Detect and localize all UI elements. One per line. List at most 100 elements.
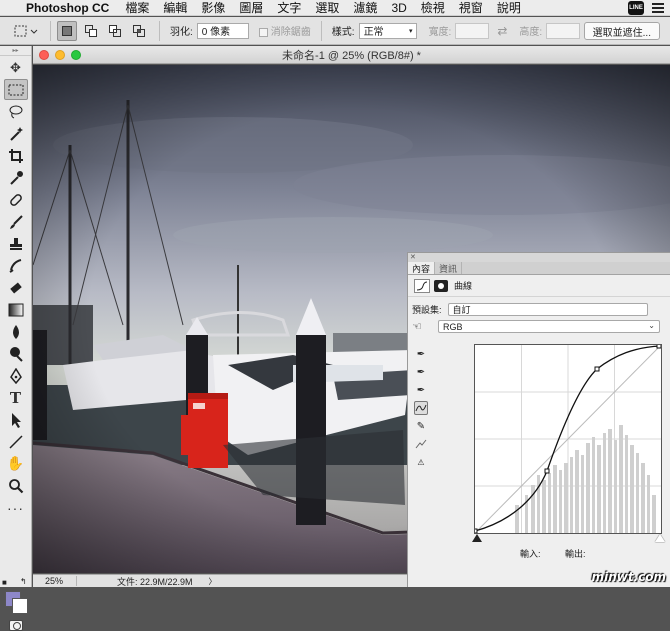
rect-marquee-icon [14, 25, 38, 36]
menu-3d[interactable]: 3D [391, 1, 406, 15]
menu-type[interactable]: 文字 [277, 0, 301, 16]
move-tool-icon[interactable]: ✥ [4, 57, 28, 78]
zoom-tool-icon[interactable] [4, 475, 28, 496]
menu-window[interactable]: 視窗 [459, 0, 483, 16]
menu-list-icon[interactable] [652, 3, 664, 13]
default-colors-icon[interactable]: ■ [2, 578, 7, 587]
pencil-draw-icon[interactable]: ✎ [414, 419, 428, 433]
zoom-level[interactable]: 25% [33, 576, 77, 586]
menu-filter[interactable]: 濾鏡 [353, 0, 377, 16]
tab-properties[interactable]: 內容 [408, 262, 436, 274]
subtract-selection-icon[interactable] [105, 21, 125, 41]
tab-info[interactable]: 資訊 [435, 262, 463, 274]
width-input[interactable] [455, 22, 490, 39]
chevron-down-icon: ▾ [409, 27, 413, 35]
close-window-icon[interactable] [39, 50, 49, 60]
watermark: minwt.com [591, 570, 666, 584]
swap-colors-icon[interactable]: ↰ [20, 577, 27, 586]
black-point-slider[interactable] [472, 534, 482, 542]
menu-layer[interactable]: 圖層 [239, 0, 263, 16]
output-label: 輸出: [565, 549, 586, 559]
path-selection-tool-icon[interactable] [4, 409, 28, 430]
app-menu[interactable]: Photoshop CC [26, 1, 109, 15]
style-select[interactable]: 正常 ▾ [358, 22, 417, 39]
hand-tool-icon[interactable]: ✋ [4, 453, 28, 474]
width-label: 寬度: [428, 27, 452, 38]
crop-tool-icon[interactable] [4, 145, 28, 166]
swap-dimensions-icon[interactable]: ⇄ [497, 24, 507, 38]
document-title: 未命名-1 @ 25% (RGB/8#) * [282, 49, 421, 62]
curves-graph[interactable] [472, 343, 662, 534]
panel-tabs: 內容 資訊 [408, 262, 670, 275]
minimize-window-icon[interactable] [55, 50, 65, 60]
panel-grip[interactable]: ▸▸ [0, 46, 31, 56]
clipping-warning-icon[interactable]: ⚠ [414, 455, 428, 469]
marquee-preset-picker[interactable] [10, 20, 44, 42]
document-title-bar: 未命名-1 @ 25% (RGB/8#) * [33, 46, 670, 64]
menu-bar: Photoshop CC 檔案 編輯 影像 圖層 文字 選取 濾鏡 3D 檢視 … [0, 0, 670, 16]
properties-panel: ✕ 內容 資訊 曲線 預設集: 自訂 ☜ RGB ⌄ ✒ ✒ ✒ ✎ ⚠ 輸入:… [407, 252, 670, 587]
chevron-right-icon[interactable]: 〉 [209, 576, 217, 587]
edit-toolbar-icon[interactable]: ··· [4, 497, 28, 518]
background-color-swatch[interactable] [12, 598, 28, 614]
type-tool-icon[interactable]: T [4, 387, 28, 408]
dodge-tool-icon[interactable] [4, 343, 28, 364]
feather-input[interactable]: 0 像素 [196, 22, 249, 39]
channel-select[interactable]: RGB ⌄ [438, 320, 660, 333]
antialias-checkbox[interactable]: 消除鋸齒 [258, 23, 311, 38]
input-label: 輸入: [520, 549, 541, 559]
channel-row: ☜ RGB ⌄ [408, 318, 670, 335]
quick-mask-icon[interactable] [9, 620, 23, 631]
menu-file[interactable]: 檔案 [125, 0, 149, 16]
preset-select[interactable]: 自訂 [447, 303, 648, 316]
history-brush-tool-icon[interactable] [4, 255, 28, 276]
gray-point-eyedropper-icon[interactable]: ✒ [414, 365, 428, 379]
menu-help[interactable]: 說明 [497, 0, 521, 16]
brush-tool-icon[interactable] [4, 211, 28, 232]
healing-brush-tool-icon[interactable] [4, 189, 28, 210]
feather-label: 羽化: [170, 27, 193, 38]
on-image-adjust-icon[interactable]: ☜ [412, 320, 438, 333]
black-point-eyedropper-icon[interactable]: ✒ [414, 347, 428, 361]
magic-wand-tool-icon[interactable] [4, 123, 28, 144]
eraser-tool-icon[interactable] [4, 277, 28, 298]
blur-tool-icon[interactable] [4, 321, 28, 342]
adjustment-name: 曲線 [454, 281, 473, 291]
smooth-curve-icon[interactable] [414, 437, 428, 451]
curve-edit-points-icon[interactable] [414, 401, 428, 415]
preset-label: 預設集: [412, 305, 442, 315]
menu-edit[interactable]: 編輯 [163, 0, 187, 16]
layer-mask-icon[interactable] [434, 279, 448, 292]
maximize-window-icon[interactable] [71, 50, 81, 60]
rect-marquee-tool-icon[interactable] [3, 79, 28, 100]
tools-panel: ▸▸ ✥ T ✋ ··· ■ ↰ [0, 46, 32, 631]
intersect-selection-icon[interactable] [129, 21, 149, 41]
gradient-tool-icon[interactable] [4, 299, 28, 320]
height-input[interactable] [546, 22, 581, 39]
style-label: 樣式: [331, 27, 355, 38]
preset-row: 預設集: 自訂 [408, 301, 670, 318]
channel-value: RGB [443, 321, 463, 332]
menu-select[interactable]: 選取 [315, 0, 339, 16]
menu-view[interactable]: 檢視 [421, 0, 445, 16]
document-size: 文件: 22.9M/22.9M [117, 576, 193, 587]
chevron-down-icon: ⌄ [648, 321, 655, 330]
white-point-eyedropper-icon[interactable]: ✒ [414, 383, 428, 397]
menu-image[interactable]: 影像 [201, 0, 225, 16]
white-point-slider[interactable] [655, 534, 665, 542]
line-app-icon[interactable]: LINE [628, 1, 644, 15]
select-and-mask-button[interactable]: 選取並遮住... [583, 22, 660, 40]
clone-stamp-tool-icon[interactable] [4, 233, 28, 254]
lasso-tool-icon[interactable] [4, 101, 28, 122]
eyedropper-tool-icon[interactable] [4, 167, 28, 188]
options-bar: 羽化: 0 像素 消除鋸齒 樣式: 正常 ▾ 寬度: ⇄ 高度: 選取並遮住..… [0, 17, 670, 45]
preset-value: 自訂 [452, 305, 471, 315]
adjustment-header: 曲線 [408, 275, 670, 297]
line-tool-icon[interactable] [4, 431, 28, 452]
new-selection-icon[interactable] [57, 20, 77, 41]
add-selection-icon[interactable] [81, 21, 101, 41]
antialias-label: 消除鋸齒 [270, 27, 311, 38]
style-value: 正常 [363, 27, 384, 38]
pen-tool-icon[interactable] [4, 365, 28, 386]
curves-adjustment-icon[interactable] [414, 278, 430, 293]
